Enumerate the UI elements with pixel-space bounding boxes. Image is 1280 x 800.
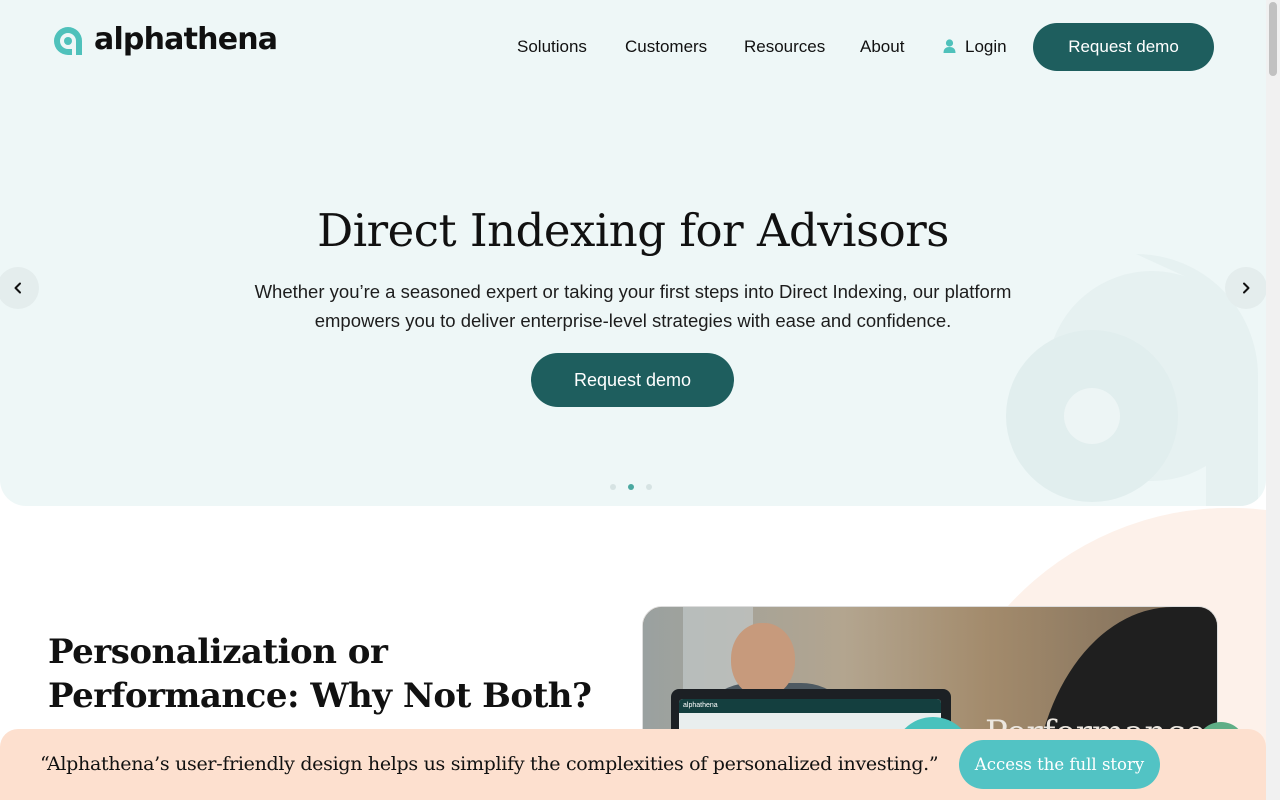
nav-item-about[interactable]: About bbox=[860, 36, 904, 58]
media-screen-logo: alphathena bbox=[683, 702, 718, 709]
testimonial-banner: “Alphathena’s user-friendly design helps… bbox=[0, 729, 1266, 800]
media-person-head bbox=[731, 623, 795, 697]
testimonial-quote: “Alphathena’s user-friendly design helps… bbox=[40, 753, 939, 775]
nav-item-solutions[interactable]: Solutions bbox=[517, 36, 587, 58]
hero-section: alphathena Solutions Customers Resources… bbox=[0, 0, 1266, 506]
header-request-demo-button[interactable]: Request demo bbox=[1033, 23, 1214, 71]
user-icon bbox=[943, 39, 956, 53]
scrollbar-thumb[interactable] bbox=[1269, 2, 1277, 76]
carousel-dot-1[interactable] bbox=[610, 484, 616, 490]
login-link[interactable]: Login bbox=[943, 36, 1007, 58]
chevron-left-icon bbox=[14, 282, 21, 294]
carousel-prev-button[interactable] bbox=[0, 267, 39, 309]
carousel-pagination bbox=[610, 484, 652, 490]
section-title: Personalization or Performance: Why Not … bbox=[48, 632, 592, 716]
site-header: alphathena Solutions Customers Resources… bbox=[0, 0, 1266, 94]
page-scrollbar[interactable] bbox=[1266, 0, 1280, 800]
chevron-right-icon bbox=[1243, 282, 1250, 294]
page: alphathena Solutions Customers Resources… bbox=[0, 0, 1280, 800]
carousel-dot-2[interactable] bbox=[628, 484, 634, 490]
hero-subtitle: Whether you’re a seasoned expert or taki… bbox=[254, 281, 1012, 331]
nav-item-resources[interactable]: Resources bbox=[744, 36, 825, 58]
nav-item-customers[interactable]: Customers bbox=[625, 36, 707, 58]
hero-request-demo-button[interactable]: Request demo bbox=[531, 353, 734, 407]
login-label: Login bbox=[965, 37, 1007, 56]
hero-title: Direct Indexing for Advisors bbox=[317, 204, 949, 257]
access-full-story-button[interactable]: Access the full story bbox=[959, 740, 1160, 789]
carousel-dot-3[interactable] bbox=[646, 484, 652, 490]
media-screen-bar bbox=[679, 699, 941, 713]
carousel-next-button[interactable] bbox=[1225, 267, 1266, 309]
